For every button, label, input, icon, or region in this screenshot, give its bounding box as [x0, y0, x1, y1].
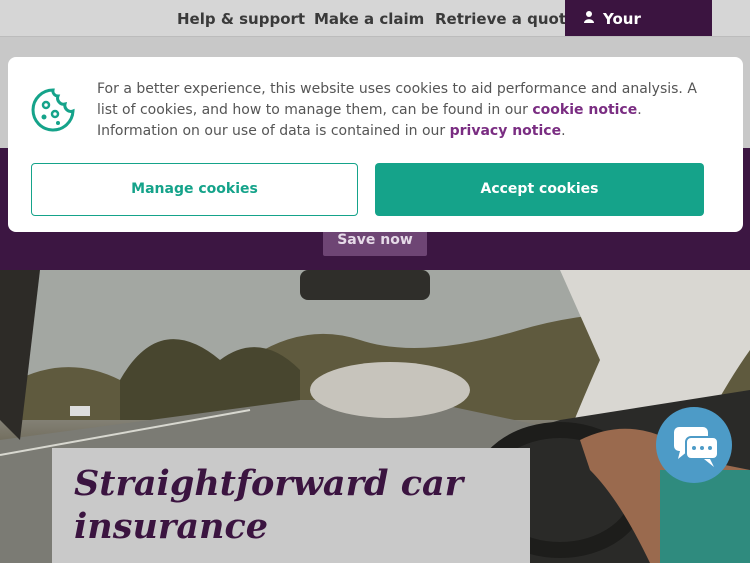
cookie-text-3: . [561, 123, 566, 139]
cookie-message: For a better experience, this website us… [97, 79, 717, 142]
accept-cookies-button[interactable]: Accept cookies [375, 163, 704, 216]
make-claim-link[interactable]: Make a claim [314, 0, 424, 36]
chat-icon [674, 427, 719, 467]
cookie-banner: For a better experience, this website us… [8, 57, 743, 232]
chat-button[interactable] [656, 407, 732, 483]
privacy-notice-link[interactable]: privacy notice [450, 123, 561, 139]
help-support-link[interactable]: Help & support [177, 0, 305, 36]
top-navigation: Help & support Make a claim Retrieve a q… [0, 0, 750, 66]
your-account-button[interactable]: Your Account [565, 0, 712, 66]
manage-cookies-button[interactable]: Manage cookies [31, 163, 358, 216]
cookie-icon [31, 88, 75, 132]
cookie-notice-link[interactable]: cookie notice [532, 102, 637, 118]
hero-title: Straightforward car insurance [74, 463, 464, 547]
retrieve-quote-link[interactable]: Retrieve a quote [435, 0, 576, 36]
person-icon [583, 0, 597, 38]
